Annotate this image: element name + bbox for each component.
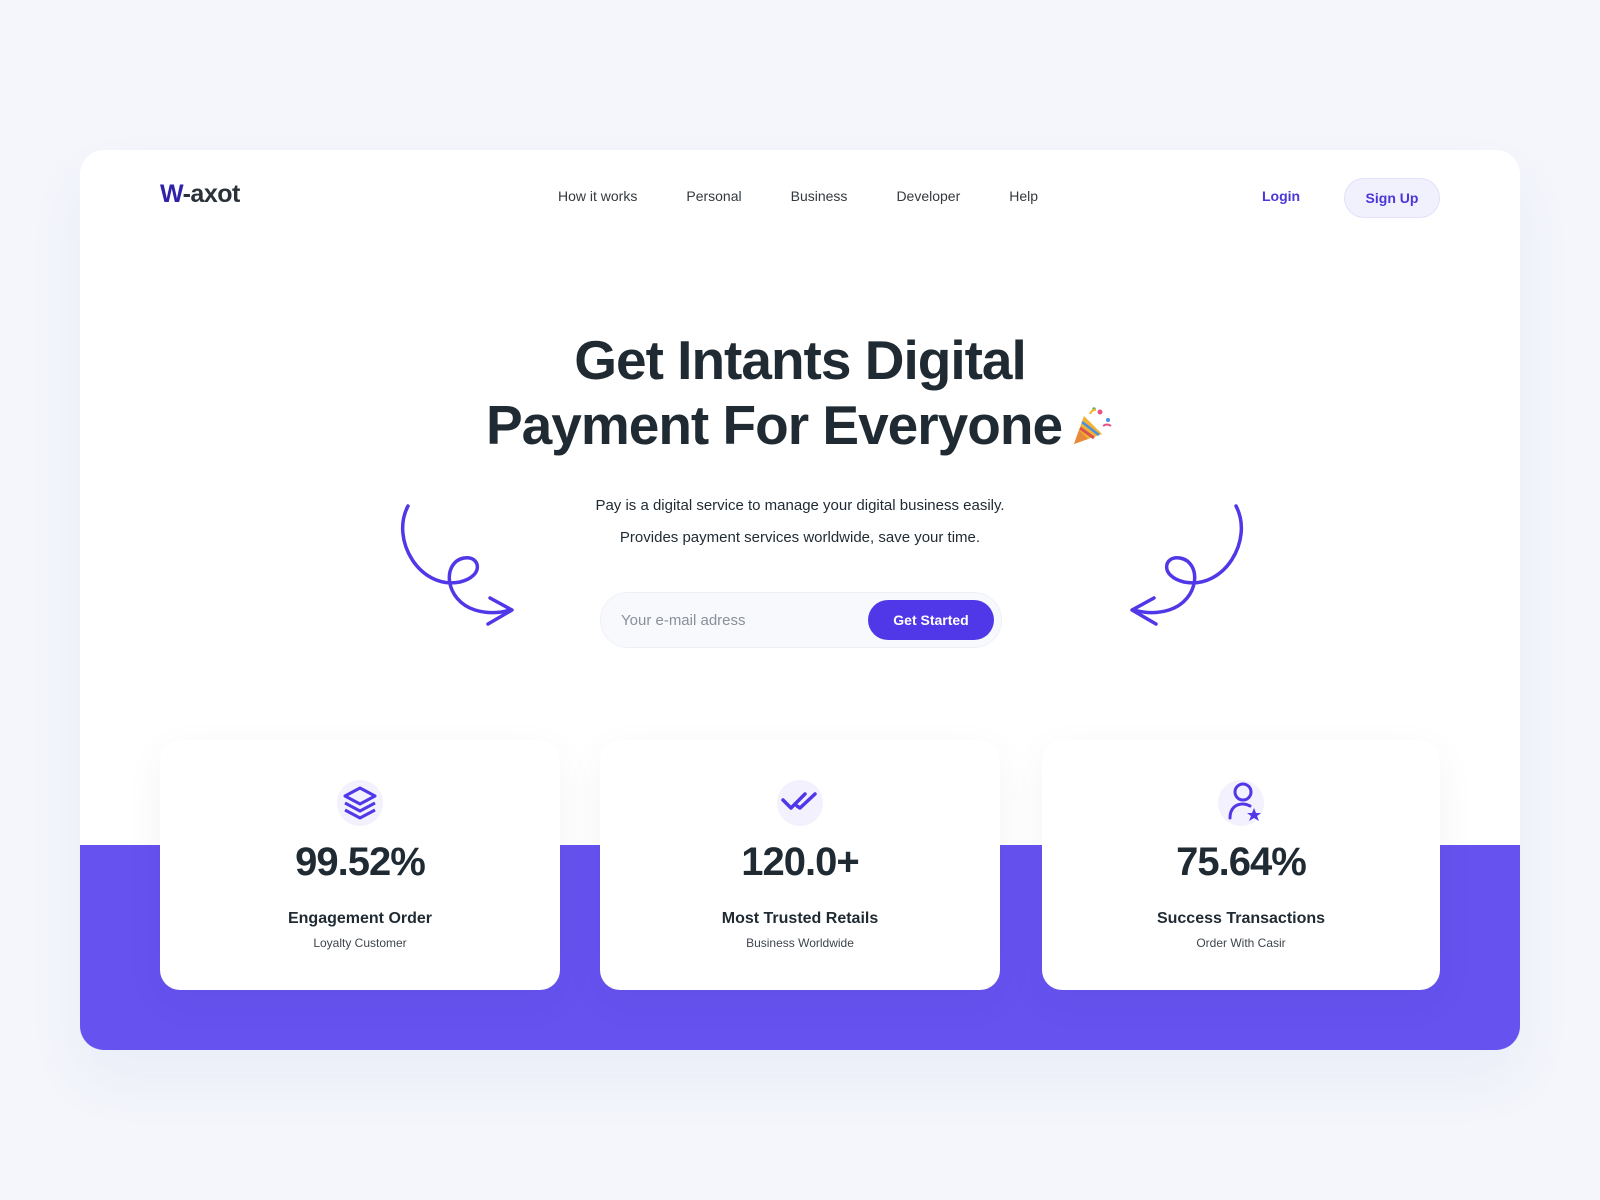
nav-item-developer[interactable]: Developer	[896, 188, 960, 204]
hero-subtitle-line-1: Pay is a digital service to manage your …	[595, 497, 1005, 514]
double-check-icon	[777, 780, 823, 826]
stat-label: Success Transactions	[1156, 910, 1326, 927]
curly-arrow-right-icon	[1060, 500, 1260, 645]
stat-card-retails: 120.0+ Most Trusted Retails Business Wor…	[600, 740, 1000, 990]
curly-arrow-left-icon	[400, 500, 600, 645]
email-input[interactable]	[621, 607, 851, 633]
party-popper-icon	[1070, 397, 1114, 462]
brand-logo[interactable]: W-axot	[160, 180, 240, 209]
nav-item-personal[interactable]: Personal	[686, 188, 741, 204]
stat-value: 99.52%	[295, 840, 426, 884]
hero-title-line-1: Get Intants Digital	[574, 329, 1027, 391]
landing-page-frame: W-axot How it works Personal Business De…	[80, 150, 1520, 1050]
hero-title: Get Intants Digital Payment For Everyone	[80, 328, 1520, 462]
stat-value: 75.64%	[1176, 840, 1307, 884]
logo-wordmark: -axot	[182, 180, 241, 208]
nav-item-business[interactable]: Business	[791, 188, 848, 204]
hero-subtitle-line-2: Provides payment services worldwide, sav…	[619, 529, 981, 546]
logo-mark: W	[160, 180, 183, 208]
sign-up-button[interactable]: Sign Up	[1344, 178, 1440, 218]
hero-title-line-2: Payment For Everyone	[80, 393, 1520, 462]
stat-card-engagement: 99.52% Engagement Order Loyalty Customer	[160, 740, 560, 990]
stat-caption: Order With Casir	[1196, 936, 1286, 950]
stat-label: Most Trusted Retails	[721, 910, 879, 927]
get-started-button[interactable]: Get Started	[868, 600, 994, 640]
email-signup-form: Get Started	[600, 592, 1002, 648]
main-nav: How it works Personal Business Developer…	[558, 188, 1038, 204]
stat-caption: Business Worldwide	[746, 936, 854, 950]
stat-label: Engagement Order	[287, 910, 433, 927]
nav-item-help[interactable]: Help	[1009, 188, 1038, 204]
layers-icon	[337, 780, 383, 826]
hero-title-line-2-text: Payment For Everyone	[485, 394, 1063, 456]
nav-item-how-it-works[interactable]: How it works	[558, 188, 637, 204]
stat-value: 120.0+	[741, 840, 859, 884]
user-star-icon	[1218, 780, 1264, 826]
stat-caption: Loyalty Customer	[313, 936, 407, 950]
hero-subtitle: Pay is a digital service to manage your …	[80, 490, 1520, 554]
stat-card-transactions: 75.64% Success Transactions Order With C…	[1042, 740, 1440, 990]
login-link[interactable]: Login	[1262, 188, 1300, 204]
